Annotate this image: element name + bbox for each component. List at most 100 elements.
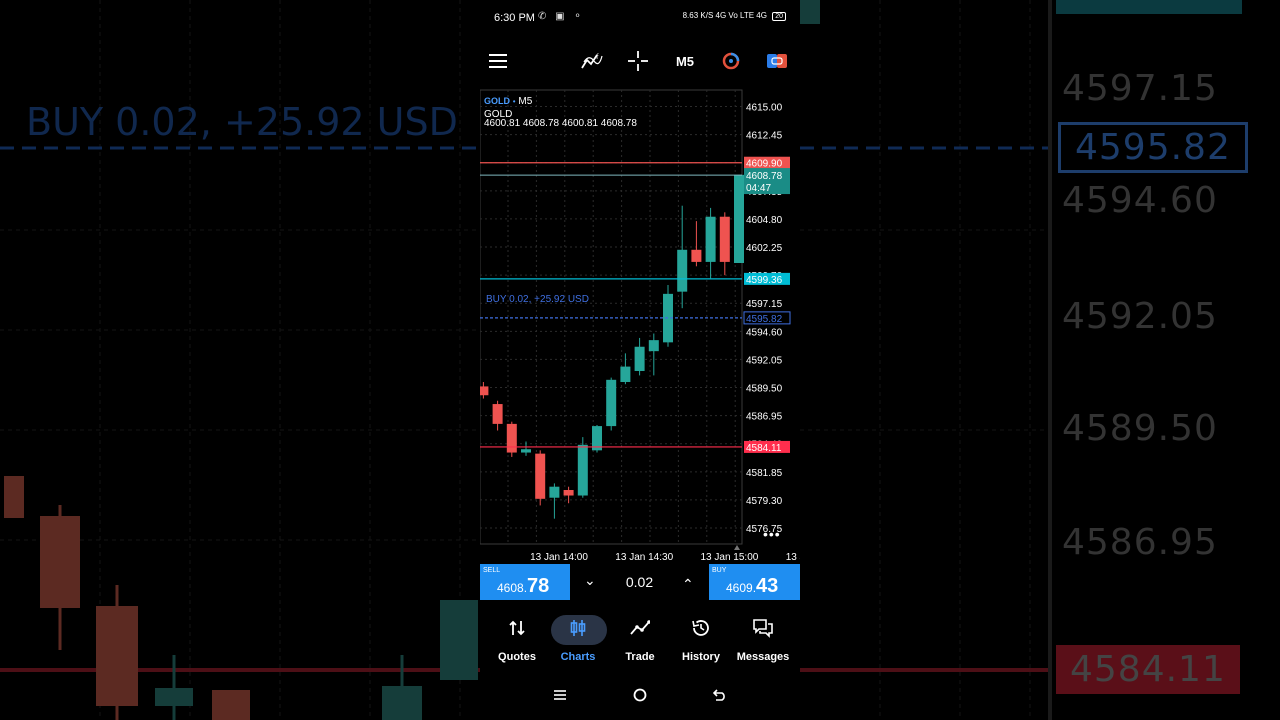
network-indicator: 4G Vo LTE 4G (715, 11, 767, 20)
whatsapp-icon: ✆ (538, 11, 550, 22)
video-icon: ▣ (555, 11, 568, 22)
background-price-label: 4592.05 (1062, 296, 1218, 337)
background-price-label: 4586.95 (1062, 522, 1218, 563)
buy-price-small: 4609. (726, 581, 757, 595)
nav-trade[interactable]: Trade (609, 616, 671, 663)
candle (563, 490, 574, 496)
chat-icon (732, 616, 794, 640)
chart-symbol: GOLD (484, 96, 510, 106)
sell-button[interactable]: SELL 4608.78 (480, 564, 570, 600)
buy-label: BUY (712, 567, 727, 574)
candle (620, 366, 631, 383)
y-tick-label: 4597.15 (746, 299, 783, 310)
trade-toggle-icon[interactable] (766, 50, 788, 72)
nav-charts-label: Charts (560, 651, 596, 663)
candle (492, 404, 503, 424)
nav-quotes[interactable]: Quotes (486, 616, 548, 663)
trend-line-icon (609, 616, 671, 640)
chart-ohlc: 4600.81 4608.78 4600.81 4608.78 (484, 118, 637, 129)
system-navigation-bar (480, 686, 800, 710)
countdown-label: 04:47 (746, 183, 771, 194)
svg-text:f: f (596, 53, 599, 61)
candle (719, 216, 730, 262)
y-tick-label: 4594.60 (746, 327, 783, 338)
sell-price-big: 78 (527, 575, 550, 597)
status-right: 8.63 K/S 4G Vo LTE 4G 20 (683, 11, 786, 21)
candle (577, 444, 588, 496)
recents-icon[interactable] (554, 688, 566, 706)
nav-messages[interactable]: Messages (732, 616, 794, 663)
battery-level: 20 (775, 13, 783, 20)
nav-charts[interactable]: Charts (547, 615, 609, 663)
candle (521, 449, 531, 453)
y-tick-label: 4615.00 (746, 103, 783, 114)
chart-timeframe: M5 (518, 96, 533, 107)
position-label: BUY 0.02, +25.92 USD (486, 294, 589, 305)
metatrader-app: 6:30 PM ✆ ▣ ⚬ 8.63 K/S 4G Vo LTE 4G 20 f… (480, 0, 800, 720)
candle (648, 340, 659, 352)
network-speed: 8.63 K/S (682, 11, 714, 20)
battery-icon: 20 (772, 12, 786, 21)
status-time: 6:30 PM (494, 12, 535, 24)
more-dots-icon[interactable]: ••• (763, 526, 781, 542)
home-icon[interactable] (633, 688, 647, 707)
candle (606, 379, 617, 427)
price-chart[interactable]: 4615.004612.454609.904607.354604.804602.… (480, 84, 800, 564)
y-tick-label: 4604.80 (746, 215, 783, 226)
candle (535, 453, 546, 499)
candle (634, 346, 645, 371)
buy-price: 4609.43 (726, 575, 778, 598)
status-notification-icons: ✆ ▣ ⚬ (538, 11, 585, 22)
nav-messages-label: Messages (736, 651, 790, 663)
candle (677, 249, 688, 292)
timeframe-button[interactable]: M5 (672, 50, 698, 72)
y-tick-label: 4592.05 (746, 355, 783, 366)
candles-icon (547, 616, 609, 640)
status-bar: 6:30 PM ✆ ▣ ⚬ 8.63 K/S 4G Vo LTE 4G 20 (480, 0, 800, 36)
history-icon (670, 616, 732, 640)
chart-symbol-line: GOLD • M5 (484, 96, 532, 107)
y-tick-label: 4586.95 (746, 412, 783, 423)
price-line-label: 4599.36 (746, 275, 783, 286)
background-price-label: 4597.15 (1062, 68, 1218, 109)
key-icon: ⚬ (573, 11, 585, 22)
candle (549, 486, 560, 498)
price-line-label: 4584.11 (746, 443, 782, 454)
buy-button[interactable]: BUY 4609.43 (709, 564, 800, 600)
background-price-label: 4584.11 (1056, 645, 1240, 694)
nav-history[interactable]: History (670, 616, 732, 663)
dot-separator-icon: • (512, 97, 516, 106)
background-price-label: 4589.50 (1062, 408, 1218, 449)
y-tick-label: 4579.30 (746, 496, 783, 507)
price-line-label: 4595.82 (746, 314, 783, 325)
sell-price: 4608.78 (497, 575, 549, 598)
indicators-icon[interactable]: f (580, 50, 604, 72)
plot-frame (480, 89, 743, 545)
candle (506, 423, 517, 453)
buy-price-big: 43 (756, 575, 779, 597)
nav-trade-label: Trade (625, 651, 655, 663)
x-tick-label: 13 Jan 15:30 (786, 552, 800, 563)
nav-quotes-label: Quotes (498, 651, 536, 663)
bottom-navigation: Quotes Charts Trade History Messages (480, 612, 800, 668)
current-price-label: 4608.78 (746, 171, 783, 182)
y-tick-label: 4589.50 (746, 384, 783, 395)
sell-label: SELL (483, 567, 501, 574)
y-tick-label: 4602.25 (746, 243, 783, 254)
scroll-end-icon (734, 545, 740, 550)
candle (705, 216, 716, 262)
y-tick-label: 4612.45 (746, 131, 783, 142)
background-price-label: 4594.60 (1062, 180, 1218, 221)
sell-price-small: 4608. (497, 581, 528, 595)
candle (480, 386, 489, 396)
objects-icon[interactable] (720, 50, 742, 72)
crosshair-icon[interactable] (627, 50, 649, 72)
swap-arrows-icon (486, 616, 548, 640)
lot-stepper: ⌄ 0.02 ⌃ (570, 564, 709, 600)
back-icon[interactable] (712, 688, 727, 706)
menu-icon[interactable] (488, 50, 508, 72)
background-price-label: 4595.82 (1058, 122, 1248, 173)
candle (734, 174, 744, 264)
chevron-up-icon[interactable]: ⌃ (682, 576, 694, 593)
x-tick-label: 13 Jan 15:00 (701, 552, 759, 563)
